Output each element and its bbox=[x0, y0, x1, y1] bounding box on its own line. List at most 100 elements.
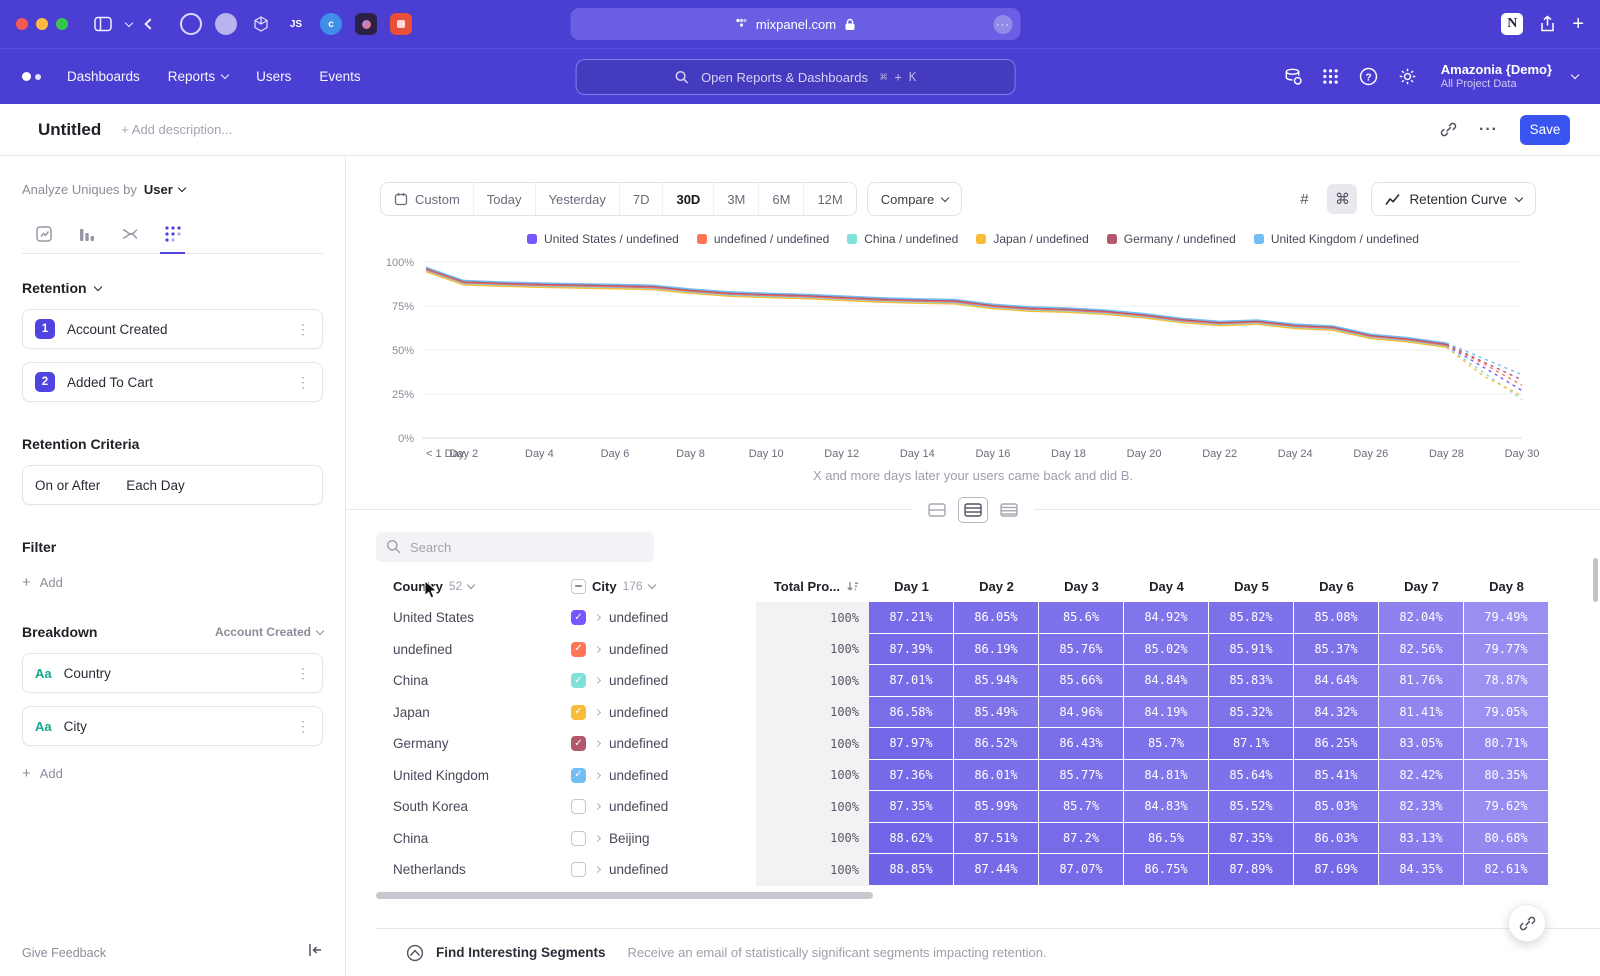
more-options-button[interactable]: ··· bbox=[1479, 121, 1498, 139]
retention-cell[interactable]: 87.35% bbox=[869, 791, 954, 823]
chart-type-selector[interactable]: Retention Curve bbox=[1371, 182, 1536, 216]
date-range-3m[interactable]: 3M bbox=[713, 183, 758, 215]
add-breakdown-button[interactable]: +Add bbox=[22, 766, 323, 781]
country-cell[interactable]: China bbox=[376, 665, 571, 697]
day-column-header[interactable]: Day 3 bbox=[1039, 579, 1124, 594]
retention-cell[interactable]: 84.96% bbox=[1039, 697, 1124, 729]
maximize-window-button[interactable] bbox=[56, 18, 68, 30]
country-cell[interactable]: Japan bbox=[376, 697, 571, 729]
retention-cell[interactable]: 84.81% bbox=[1124, 760, 1209, 792]
date-range-today[interactable]: Today bbox=[473, 183, 535, 215]
step-card-added-to-cart[interactable]: 2 Added To Cart ⋮ bbox=[22, 362, 323, 402]
collapse-sidebar-icon[interactable] bbox=[308, 943, 323, 962]
criteria-interval[interactable]: Each Day bbox=[126, 478, 185, 493]
row-checkbox[interactable]: ✓ bbox=[571, 642, 586, 657]
kebab-menu-icon[interactable]: ⋮ bbox=[296, 665, 310, 682]
copy-link-icon[interactable] bbox=[1440, 121, 1457, 138]
retention-cell[interactable]: 86.58% bbox=[869, 697, 954, 729]
address-bar[interactable]: mixpanel.com ··· bbox=[571, 8, 1021, 40]
retention-cell[interactable]: 87.21% bbox=[869, 602, 954, 634]
retention-cell[interactable]: 84.64% bbox=[1294, 665, 1379, 697]
date-range-12m[interactable]: 12M bbox=[803, 183, 855, 215]
criteria-mode[interactable]: On or After bbox=[35, 478, 100, 493]
nav-item-reports[interactable]: Reports bbox=[168, 69, 228, 84]
country-cell[interactable]: Germany bbox=[376, 728, 571, 760]
expand-chevron-icon[interactable] bbox=[594, 835, 601, 842]
country-cell[interactable]: China bbox=[376, 823, 571, 855]
view-toggle-compact[interactable] bbox=[922, 497, 952, 523]
retention-cell[interactable]: 85.82% bbox=[1209, 602, 1294, 634]
minimize-window-button[interactable] bbox=[36, 18, 48, 30]
date-range-custom[interactable]: Custom bbox=[381, 183, 473, 215]
add-description-button[interactable]: + Add description... bbox=[121, 122, 232, 137]
retention-cell[interactable]: 84.35% bbox=[1379, 854, 1464, 886]
row-checkbox[interactable]: ✓ bbox=[571, 768, 586, 783]
day-column-header[interactable]: Day 4 bbox=[1124, 579, 1209, 594]
keyboard-shortcuts-icon[interactable]: ⌘ bbox=[1327, 184, 1357, 214]
extension-icon-circle[interactable] bbox=[180, 13, 202, 35]
retention-cell[interactable]: 85.32% bbox=[1209, 697, 1294, 729]
retention-cell[interactable]: 85.52% bbox=[1209, 791, 1294, 823]
tab-flows[interactable] bbox=[108, 215, 151, 253]
retention-cell[interactable]: 84.32% bbox=[1294, 697, 1379, 729]
day-column-header[interactable]: Day 6 bbox=[1294, 579, 1379, 594]
retention-cell[interactable]: 85.76% bbox=[1039, 634, 1124, 666]
retention-cell[interactable]: 86.01% bbox=[954, 760, 1039, 792]
legend-item[interactable]: United Kingdom / undefined bbox=[1254, 232, 1419, 246]
retention-cell[interactable]: 80.71% bbox=[1464, 728, 1549, 760]
retention-cell[interactable]: 82.04% bbox=[1379, 602, 1464, 634]
legend-item[interactable]: Japan / undefined bbox=[976, 232, 1088, 246]
nav-item-users[interactable]: Users bbox=[256, 69, 291, 84]
country-cell[interactable]: United Kingdom bbox=[376, 760, 571, 792]
retention-cell[interactable]: 86.75% bbox=[1124, 854, 1209, 886]
retention-cell[interactable]: 87.44% bbox=[954, 854, 1039, 886]
apps-grid-icon[interactable] bbox=[1322, 68, 1339, 85]
retention-cell[interactable]: 85.91% bbox=[1209, 634, 1294, 666]
total-column-header[interactable]: Total Pro... bbox=[756, 579, 869, 594]
add-filter-button[interactable]: +Add bbox=[22, 575, 323, 590]
day-column-header[interactable]: Day 8 bbox=[1464, 579, 1549, 594]
legend-item[interactable]: China / undefined bbox=[847, 232, 958, 246]
legend-item[interactable]: United States / undefined bbox=[527, 232, 679, 246]
retention-cell[interactable]: 83.13% bbox=[1379, 823, 1464, 855]
legend-item[interactable]: Germany / undefined bbox=[1107, 232, 1236, 246]
view-toggle-detailed[interactable] bbox=[994, 497, 1024, 523]
help-icon[interactable]: ? bbox=[1359, 67, 1378, 86]
retention-cell[interactable]: 87.51% bbox=[954, 823, 1039, 855]
date-range-yesterday[interactable]: Yesterday bbox=[535, 183, 619, 215]
horizontal-scrollbar[interactable] bbox=[376, 892, 873, 899]
project-selector[interactable]: Amazonia {Demo} All Project Data bbox=[1441, 62, 1552, 92]
retention-cell[interactable]: 86.03% bbox=[1294, 823, 1379, 855]
retention-cell[interactable]: 85.6% bbox=[1039, 602, 1124, 634]
retention-cell[interactable]: 86.25% bbox=[1294, 728, 1379, 760]
country-cell[interactable]: South Korea bbox=[376, 791, 571, 823]
expand-chevron-icon[interactable] bbox=[594, 740, 601, 747]
retention-cell[interactable]: 85.99% bbox=[954, 791, 1039, 823]
vertical-scrollbar[interactable] bbox=[1593, 558, 1598, 602]
retention-cell[interactable]: 84.84% bbox=[1124, 665, 1209, 697]
breakdown-card-city[interactable]: Aa City ⋮ bbox=[22, 706, 323, 746]
retention-cell[interactable]: 87.35% bbox=[1209, 823, 1294, 855]
retention-cell[interactable]: 87.97% bbox=[869, 728, 954, 760]
day-column-header[interactable]: Day 5 bbox=[1209, 579, 1294, 594]
sort-icon[interactable] bbox=[846, 580, 859, 593]
extension-icon-n[interactable]: N bbox=[1501, 13, 1523, 35]
compare-button[interactable]: Compare bbox=[867, 182, 962, 216]
retention-criteria-card[interactable]: On or After Each Day bbox=[22, 465, 323, 505]
view-toggle-medium[interactable] bbox=[958, 497, 988, 523]
extension-icon-c[interactable]: c bbox=[320, 13, 342, 35]
expand-chevron-icon[interactable] bbox=[594, 772, 601, 779]
retention-cell[interactable]: 86.52% bbox=[954, 728, 1039, 760]
expand-chevron-icon[interactable] bbox=[594, 709, 601, 716]
country-cell[interactable]: United States bbox=[376, 602, 571, 634]
site-options-icon[interactable]: ··· bbox=[994, 15, 1013, 34]
find-segments-link[interactable]: Find Interesting Segments bbox=[436, 945, 606, 960]
nav-item-dashboards[interactable]: Dashboards bbox=[67, 69, 140, 84]
retention-cell[interactable]: 87.89% bbox=[1209, 854, 1294, 886]
retention-cell[interactable]: 79.05% bbox=[1464, 697, 1549, 729]
retention-cell[interactable]: 88.62% bbox=[869, 823, 954, 855]
date-range-6m[interactable]: 6M bbox=[758, 183, 803, 215]
retention-cell[interactable]: 85.7% bbox=[1039, 791, 1124, 823]
kebab-menu-icon[interactable]: ⋮ bbox=[296, 374, 310, 391]
report-title[interactable]: Untitled bbox=[38, 120, 101, 140]
